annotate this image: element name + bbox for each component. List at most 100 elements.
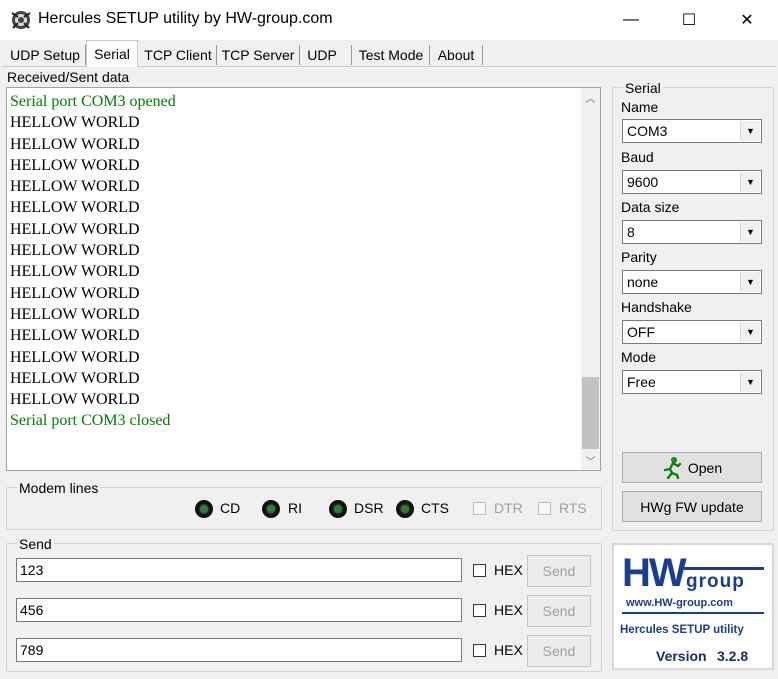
tab-separator — [216, 45, 217, 65]
logo-hw-text: HW — [622, 551, 687, 595]
close-icon: ✕ — [740, 12, 754, 29]
received-sent-label: Received/Sent data — [7, 69, 130, 85]
log-line-data: HELLOW WORLD — [10, 135, 140, 153]
baud-select[interactable]: 9600 ▼ — [622, 170, 762, 194]
hex-label-1: HEX — [494, 562, 523, 578]
tab-udp-setup[interactable]: UDP Setup — [6, 44, 84, 66]
cd-label: CD — [220, 500, 241, 516]
log-line-data: HELLOW WORLD — [10, 199, 140, 217]
hex-checkbox-2[interactable] — [473, 604, 486, 617]
scroll-up-arrow-icon[interactable]: ︿ — [581, 88, 600, 106]
name-select[interactable]: COM3 ▼ — [622, 119, 762, 143]
baud-value: 9600 — [627, 174, 659, 190]
dsr-label: DSR — [354, 500, 384, 516]
mode-select[interactable]: Free ▼ — [622, 370, 762, 394]
ri-led-icon — [262, 500, 280, 518]
rts-checkbox[interactable] — [538, 502, 551, 515]
hw-group-logo: HW group www.HW-group.com Hercules SETUP… — [612, 543, 774, 670]
tab-separator — [429, 45, 430, 65]
hercules-app-icon — [11, 11, 31, 29]
received-sent-textarea[interactable]: Serial port COM3 opened HELLOW WORLD HELLO… — [6, 87, 601, 471]
log-line-data: HELLOW WORLD — [10, 348, 140, 366]
chevron-down-icon[interactable]: ▼ — [740, 272, 760, 292]
logo-url: www.HW-group.com — [626, 597, 733, 609]
cts-led-icon — [396, 500, 414, 518]
tab-test-mode[interactable]: Test Mode — [355, 44, 427, 66]
log-line-data: HELLOW WORLD — [10, 156, 140, 174]
minimize-button[interactable]: — — [602, 0, 660, 40]
chevron-down-icon[interactable]: ▼ — [740, 121, 760, 141]
handshake-select[interactable]: OFF ▼ — [622, 320, 762, 344]
chevron-down-icon[interactable]: ▼ — [740, 322, 760, 342]
hex-label-3: HEX — [494, 642, 523, 658]
open-button-label: Open — [687, 459, 723, 476]
hwg-fw-update-button[interactable]: HWg FW update — [622, 491, 762, 522]
chevron-down-icon[interactable]: ▼ — [740, 172, 760, 192]
log-line-data: HELLOW WORLD — [10, 114, 140, 132]
parity-value: none — [627, 274, 659, 290]
close-button[interactable]: ✕ — [718, 0, 776, 40]
parity-select[interactable]: none ▼ — [622, 270, 762, 294]
maximize-button[interactable]: ☐ — [660, 0, 718, 40]
modem-lines-title: Modem lines — [17, 480, 101, 496]
send-title: Send — [17, 536, 54, 552]
log-line-data: HELLOW WORLD — [10, 305, 140, 323]
hex-checkbox-1[interactable] — [473, 564, 486, 577]
tab-tcp-client[interactable]: TCP Client — [143, 44, 213, 66]
data-size-value: 8 — [627, 224, 635, 240]
tab-about[interactable]: About — [432, 44, 480, 66]
scroll-down-arrow-icon[interactable]: ﹀ — [581, 451, 600, 469]
version-label: Version — [656, 648, 707, 664]
dsr-led-icon — [329, 500, 347, 518]
hex-checkbox-3[interactable] — [473, 644, 486, 657]
dtr-checkbox[interactable] — [473, 502, 486, 515]
logo-divider — [622, 612, 764, 614]
tab-separator — [351, 45, 352, 65]
rts-label: RTS — [559, 500, 587, 516]
chevron-down-icon[interactable]: ▼ — [740, 222, 760, 242]
log-line-data: HELLOW WORLD — [10, 391, 140, 409]
hex-label-2: HEX — [494, 602, 523, 618]
parity-label: Parity — [621, 249, 657, 265]
chevron-down-icon[interactable]: ▼ — [740, 372, 760, 392]
baud-label: Baud — [621, 149, 654, 165]
running-man-icon — [663, 456, 682, 479]
send-button-3[interactable]: Send — [527, 635, 591, 667]
serial-title: Serial — [623, 80, 663, 96]
log-line-data: HELLOW WORLD — [10, 369, 140, 387]
name-value: COM3 — [627, 123, 668, 139]
dtr-label: DTR — [494, 500, 523, 516]
log-line-data: HELLOW WORLD — [10, 263, 140, 281]
log-line-data: HELLOW WORLD — [10, 178, 140, 196]
data-size-select[interactable]: 8 ▼ — [622, 220, 762, 244]
log-line-data: HELLOW WORLD — [10, 220, 140, 238]
log-line-data: HELLOW WORLD — [10, 284, 140, 302]
tab-separator — [299, 45, 300, 65]
maximize-icon: ☐ — [681, 12, 697, 29]
send-input-2[interactable] — [16, 598, 462, 622]
window-title: Hercules SETUP utility by HW-group.com — [38, 10, 333, 27]
log-line-system: Serial port COM3 opened — [10, 93, 176, 110]
received-log: Serial port COM3 opened HELLOW WORLD HELLO… — [10, 91, 176, 432]
tab-separator — [482, 45, 483, 65]
vertical-scrollbar[interactable]: ︿ ﹀ — [581, 88, 600, 470]
cd-led-icon — [195, 500, 213, 518]
mode-value: Free — [627, 374, 656, 390]
send-input-3[interactable] — [16, 638, 462, 662]
send-input-1[interactable] — [16, 558, 462, 582]
tab-serial[interactable]: Serial — [86, 40, 138, 67]
tab-udp[interactable]: UDP — [301, 44, 343, 66]
cts-label: CTS — [421, 500, 449, 516]
send-button-2[interactable]: Send — [527, 595, 591, 627]
logo-group-text: group — [686, 571, 745, 592]
data-size-label: Data size — [621, 199, 680, 215]
logo-product-name: Hercules SETUP utility — [620, 624, 744, 636]
send-button-1[interactable]: Send — [527, 555, 591, 587]
mode-label: Mode — [621, 349, 657, 365]
log-line-system: Serial port COM3 closed — [10, 412, 171, 430]
scroll-thumb[interactable] — [582, 377, 599, 449]
ri-label: RI — [288, 500, 302, 516]
handshake-value: OFF — [627, 324, 655, 340]
tab-tcp-server[interactable]: TCP Server — [219, 44, 297, 66]
open-button[interactable]: Open — [622, 452, 762, 483]
